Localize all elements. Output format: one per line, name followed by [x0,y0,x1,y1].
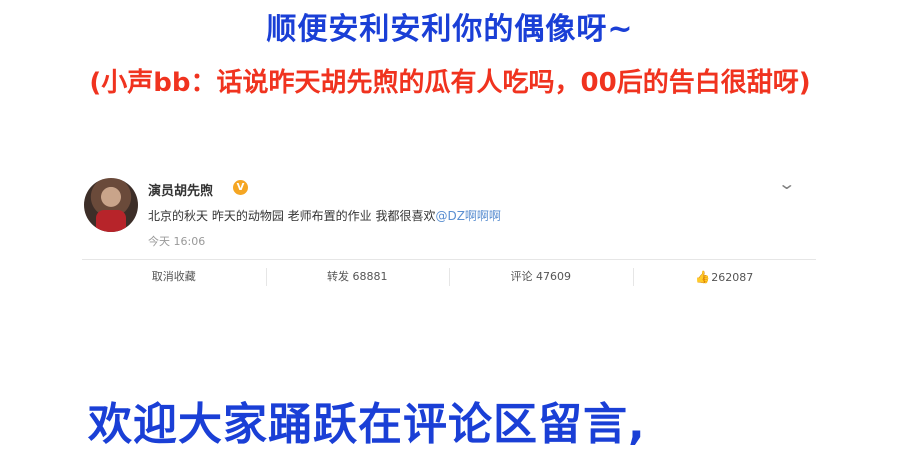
comment-button[interactable]: 评论 47609 [449,262,633,292]
post-body: 北京的秋天 昨天的动物园 老师布置的作业 我都很喜欢 [148,209,436,223]
repost-button[interactable]: 转发 68881 [265,262,450,292]
verified-badge-icon: V [233,180,248,195]
username[interactable]: 演员胡先煦 [148,180,213,199]
caption-bottom: 欢迎大家踊跃在评论区留言, [88,399,646,450]
caption-top: 顺便安利安利你的偶像呀~ [266,12,634,47]
caption-sub: (小声bb：话说昨天胡先煦的瓜有人吃吗，00后的告白很甜呀) [89,68,811,98]
page: 顺便安利安利你的偶像呀~ (小声bb：话说昨天胡先煦的瓜有人吃吗，00后的告白很… [0,0,900,467]
like-button[interactable]: 👍262087 [632,262,817,292]
mention-link[interactable]: @DZ啊啊啊 [435,209,500,223]
avatar[interactable] [84,178,138,232]
post-timestamp[interactable]: 今天 16:06 [148,233,205,249]
post-text: 北京的秋天 昨天的动物园 老师布置的作业 我都很喜欢@DZ啊啊啊 [148,207,501,224]
unfavorite-button[interactable]: 取消收藏 [82,262,266,292]
like-count: 262087 [711,271,754,284]
weibo-post-card: 演员胡先煦 V ⌄ 北京的秋天 昨天的动物园 老师布置的作业 我都很喜欢@DZ啊… [82,170,816,295]
divider [82,259,816,260]
thumbs-up-icon: 👍 [695,270,711,284]
chevron-down-icon[interactable]: ⌄ [777,174,796,193]
action-bar: 取消收藏 转发 68881 评论 47609 👍262087 [82,262,816,292]
